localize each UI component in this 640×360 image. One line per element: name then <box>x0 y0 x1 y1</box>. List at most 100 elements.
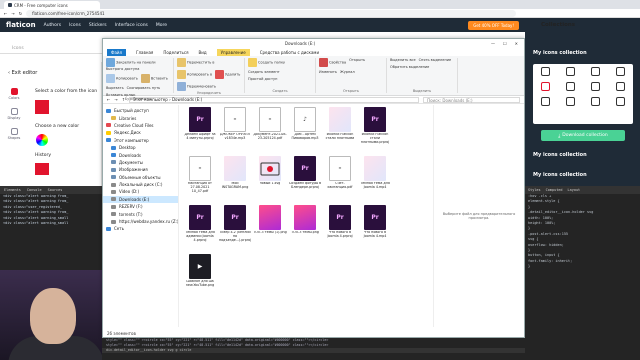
ribbon-tab-disk-tools[interactable]: Средства работы с дисками <box>260 50 319 55</box>
cpu-icon[interactable] <box>541 82 550 91</box>
colors-tool[interactable]: Colors <box>2 88 26 100</box>
url-input[interactable]: flaticon.com/free-icon/crm_2754541 <box>26 9 517 17</box>
move-to-button[interactable]: Переместить в <box>177 58 214 67</box>
style-rule-line[interactable]: } <box>525 264 640 269</box>
invert-selection-button[interactable]: Обратить выделение <box>390 65 429 69</box>
nav-item[interactable]: Изображения <box>103 166 178 173</box>
file-item[interactable]: Pr Создаем фигуры в Блендере.prproj <box>288 156 322 205</box>
rename-button[interactable]: Переименовать <box>177 82 216 91</box>
devtools-tab-computed[interactable]: Computed <box>546 188 563 192</box>
back-icon[interactable]: ← <box>4 11 7 16</box>
nav-item[interactable]: Быстрый доступ <box>103 107 178 114</box>
maximize-icon[interactable]: ☐ <box>503 41 507 46</box>
history-button[interactable]: Журнал <box>340 70 355 74</box>
dom-line[interactable]: <div class="alert warning_small <box>0 221 102 226</box>
open-button[interactable]: Открыть <box>349 58 365 67</box>
file-item[interactable]: Pr Иконки Flaticon стали платными.prproj <box>358 107 392 156</box>
nav-link-authors[interactable]: Authors <box>44 23 62 28</box>
file-item[interactable]: ≡ ДЖОКЕР ОРУЭЛЛ v1834e.mp3 <box>218 107 252 156</box>
crown-icon[interactable] <box>566 67 575 76</box>
file-item[interactable]: ▶ Шаблон для ша new-YouTube.png <box>183 254 217 303</box>
file-item[interactable]: ТОП-3 темы.png <box>288 205 322 254</box>
heart-icon[interactable] <box>616 82 625 91</box>
shapes-tool[interactable]: Shapes <box>2 128 26 140</box>
pin-button[interactable]: Закрепить на панели быстрого доступа <box>106 58 170 71</box>
dollar-icon[interactable] <box>566 97 575 106</box>
clock-icon[interactable] <box>616 67 625 76</box>
flaticon-logo[interactable]: flaticon <box>6 21 36 29</box>
devtools-tab-layout[interactable]: Layout <box>568 188 581 192</box>
select-all-button[interactable]: Выделить все <box>390 58 416 62</box>
cut-button[interactable]: Вырезать <box>106 86 124 90</box>
new-item-button[interactable]: Создать элемент <box>248 70 280 74</box>
forward-arrow-icon[interactable]: → <box>114 97 117 102</box>
copy-button[interactable]: Копировать <box>106 74 138 83</box>
devtools-tab-console[interactable]: Console <box>27 188 42 192</box>
download-collection-button[interactable]: ⤓ Download collection <box>541 130 625 141</box>
file-item[interactable]: Мой INSTAGRAM.png <box>218 156 252 205</box>
browser-tab[interactable]: CRM - Free computer icons <box>4 1 100 9</box>
ribbon-tab-share[interactable]: Поделиться <box>163 50 188 55</box>
collection-title-2[interactable]: My icons collection <box>525 152 587 158</box>
icons-search-select[interactable]: Icons <box>0 44 102 54</box>
edit-button[interactable]: Изменить <box>319 70 337 74</box>
back-arrow-icon[interactable]: ← <box>107 97 110 102</box>
nav-item[interactable]: Сеть <box>103 225 178 232</box>
copy-path-button[interactable]: Скопировать путь <box>127 86 161 90</box>
devtools-tab-styles[interactable]: Styles <box>528 188 541 192</box>
nav-item[interactable]: Desktop <box>103 144 178 151</box>
paste-button[interactable]: Вставить <box>140 74 168 83</box>
map-icon[interactable] <box>566 82 575 91</box>
nav-link-icons[interactable]: Icons <box>69 23 81 28</box>
file-item[interactable]: ≡ Документ-2021-08-23-205124.pdf <box>253 107 287 156</box>
new-folder-button[interactable]: Создать папку <box>248 58 285 67</box>
pen-icon[interactable] <box>591 82 600 91</box>
easy-access-button[interactable]: Простой доступ <box>248 77 277 81</box>
nav-item[interactable]: Libraries <box>103 114 178 121</box>
file-item[interactable]: Pr Делаем шрифт за 4 минуты.prproj <box>183 107 217 156</box>
shield-icon[interactable] <box>591 97 600 106</box>
nav-item[interactable]: Downloads <box>103 151 178 158</box>
nav-item[interactable]: REZERV (F:) <box>103 203 178 210</box>
file-item[interactable]: Иконки Flaticon стали платными <box>323 107 357 156</box>
nav-item[interactable]: Video (D:) <box>103 188 178 195</box>
file-item[interactable]: новый 1.svg <box>253 156 287 205</box>
path-breadcrumb[interactable]: Этот компьютер › Downloads (E:) <box>129 96 420 103</box>
exit-editor-button[interactable]: ‹ Exit editor <box>8 70 37 76</box>
collection-title-1[interactable]: My icons collection <box>525 50 587 56</box>
badge-icon[interactable] <box>591 67 600 76</box>
ribbon-tab-file[interactable]: Файл <box>107 48 127 56</box>
link-icon[interactable] <box>541 67 550 76</box>
nav-item[interactable]: Creative Cloud Files <box>103 122 178 129</box>
up-arrow-icon[interactable]: ↑ <box>122 97 125 102</box>
copy-to-button[interactable]: Копировать в <box>177 70 212 79</box>
nav-item[interactable]: Документы <box>103 159 178 166</box>
nav-item[interactable]: Локальный диск (C:) <box>103 181 178 188</box>
forward-icon[interactable]: → <box>11 11 14 16</box>
nav-link-interface-icons[interactable]: Interface icons <box>115 23 148 28</box>
file-item[interactable]: Pr Что нового в Joomla 4.prproj <box>323 205 357 254</box>
close-icon[interactable]: ✕ <box>515 41 518 46</box>
history-color-swatch[interactable] <box>35 163 49 175</box>
file-item[interactable]: ♪ Дом - Артем Пивоваров.mp3 <box>288 107 322 156</box>
properties-button[interactable]: Свойства <box>319 58 346 67</box>
file-item[interactable]: Pr Темная тема для админки Joomla 4.prpro… <box>183 205 217 254</box>
select-none-button[interactable]: Снять выделение <box>419 58 452 62</box>
file-item[interactable]: Pr Что нового в Joomla 4.mp4 <box>358 205 392 254</box>
ribbon-tab-home[interactable]: Главная <box>136 50 153 55</box>
nav-link-more[interactable]: More <box>156 23 167 28</box>
delete-button[interactable]: Удалить <box>215 70 240 79</box>
nav-link-stickers[interactable]: Stickers <box>89 23 107 28</box>
collection-title-3[interactable]: My icons collection <box>525 172 587 178</box>
ribbon-tab-manage[interactable]: Управление <box>216 48 250 56</box>
nav-item[interactable]: https://webdav.yandex.ru (Z:) <box>103 218 178 225</box>
color-wheel-picker[interactable] <box>36 134 48 146</box>
dom-breadcrumb[interactable]: div.detail_editor__icon-holder svg g cir… <box>102 348 525 353</box>
minimize-icon[interactable]: — <box>491 41 495 46</box>
nav-item[interactable]: Downloads (E:) <box>103 195 178 204</box>
explorer-search-input[interactable]: Поиск: Downloads (E:) <box>423 96 520 103</box>
file-item[interactable]: Темная тема для Joomla 4.mp4 <box>358 156 392 205</box>
folder-icon[interactable] <box>541 97 550 106</box>
gear-icon[interactable] <box>616 97 625 106</box>
devtools-tab-sources[interactable]: Sources <box>48 188 63 192</box>
